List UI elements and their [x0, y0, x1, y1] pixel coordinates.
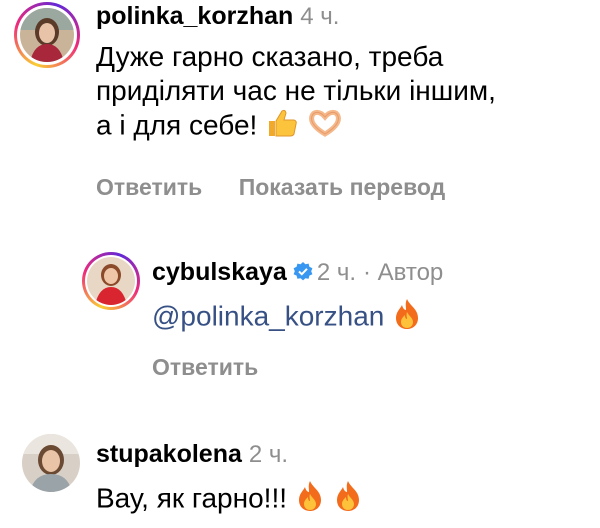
reply-button[interactable]: Ответить — [152, 354, 258, 380]
comment-time: 4 ч. — [300, 3, 340, 30]
verified-badge-icon — [293, 260, 313, 281]
comment-text: Дуже гарно сказано, треба приділяти час … — [96, 40, 496, 146]
thumbs-up-icon — [265, 108, 299, 146]
comment-actions: Ответить Показать перевод — [96, 174, 475, 201]
comment-polinka: polinka_korzhan 4 ч. Дуже гарно сказано,… — [0, 0, 600, 210]
author-tag: · Автор — [362, 259, 444, 286]
reply-button[interactable]: Ответить — [96, 174, 202, 200]
story-ring[interactable] — [14, 2, 80, 68]
avatar[interactable] — [22, 434, 80, 492]
fire-icon — [295, 480, 325, 520]
username[interactable]: polinka_korzhan 4 ч. — [96, 2, 339, 31]
fire-icon — [392, 298, 422, 338]
story-ring[interactable] — [82, 252, 140, 310]
comment-stupakolena: stupakolena 2 ч. Вау, як гарно!!! — [0, 430, 600, 528]
mention-link[interactable]: @polinka_korzhan — [152, 300, 384, 331]
comment-text: @polinka_korzhan — [152, 298, 422, 338]
username[interactable]: cybulskaya 2 ч. · Автор — [152, 258, 443, 287]
fire-icon — [333, 480, 363, 520]
translate-button[interactable]: Показать перевод — [239, 174, 446, 200]
comment-text: Вау, як гарно!!! — [96, 480, 363, 520]
username[interactable]: stupakolena 2 ч. — [96, 440, 288, 469]
avatar[interactable] — [20, 8, 74, 62]
comment-actions: Ответить — [152, 354, 288, 381]
avatar[interactable] — [87, 257, 135, 305]
comment-time: 2 ч. — [316, 259, 357, 286]
comment-cybulskaya: cybulskaya 2 ч. · Автор @polinka_korzhan … — [0, 250, 600, 390]
comment-time: 2 ч. — [248, 441, 289, 468]
heart-hands-icon — [307, 108, 343, 146]
